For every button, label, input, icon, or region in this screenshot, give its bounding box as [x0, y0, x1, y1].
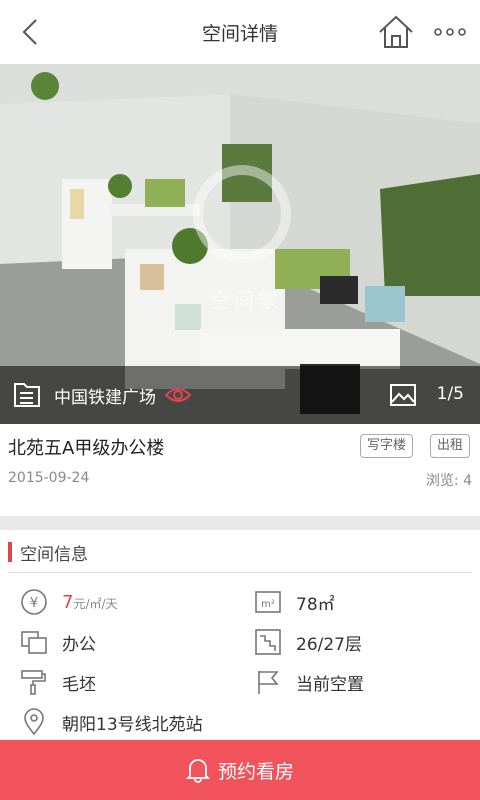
usage-item: 办公: [20, 628, 96, 656]
listing-header: 北苑五A甲级办公楼 写字楼 出租 2015-09-24 浏览: 4: [0, 424, 480, 516]
area-item: m² 78㎡: [254, 588, 335, 616]
stairs-icon: [255, 629, 281, 655]
yen-icon: ¥: [21, 589, 47, 615]
section-title: 空间信息: [0, 536, 88, 568]
book-viewing-label: 预约看房: [217, 760, 294, 783]
flag-icon: [258, 671, 279, 694]
location-pin-icon: [24, 708, 44, 736]
more-icon[interactable]: [430, 14, 470, 50]
home-icon[interactable]: [376, 12, 416, 52]
status-item: 当前空置: [254, 668, 364, 696]
divider: [8, 572, 472, 573]
decoration-value: 毛坯: [62, 674, 96, 695]
usage-value: 办公: [62, 634, 96, 655]
status-value: 当前空置: [296, 674, 364, 695]
page-title: 空间详情: [201, 22, 278, 45]
photo-counter: 1/5: [436, 384, 464, 404]
bell-icon: [185, 759, 210, 783]
list-icon: [14, 383, 40, 407]
price-item: ¥ 7元/㎡/天: [20, 588, 118, 616]
price-unit: 元/㎡/天: [73, 596, 118, 611]
svg-text:¥: ¥: [30, 596, 38, 611]
section-divider: [0, 516, 480, 530]
top-bar: 空间详情: [0, 0, 480, 64]
price-value-wrap: 7元/㎡/天: [62, 592, 118, 613]
price-value: 7: [62, 591, 74, 613]
svg-text:m²: m²: [261, 599, 275, 610]
watermark-text: 空间家: [210, 288, 282, 312]
decoration-item: 毛坯: [20, 668, 96, 696]
listing-name: 北苑五A甲级办公楼: [8, 438, 165, 459]
listing-date: 2015-09-24: [8, 470, 90, 486]
photo-caption-bar: 中国铁建广场 1/5: [0, 366, 480, 424]
location-value: 朝阳13号线北苑站: [62, 714, 203, 735]
tag-rent: 出租: [430, 434, 471, 458]
view-count: 浏览: 4: [425, 473, 472, 489]
location-item[interactable]: 朝阳13号线北苑站: [20, 708, 203, 736]
paint-roller-icon: [21, 670, 46, 695]
area-value: 78㎡: [296, 594, 335, 615]
section-title-text: 空间信息: [20, 544, 88, 565]
space-info-section: 空间信息 ¥ 7元/㎡/天 m² 78㎡ 办公 26/27层 毛坯 当前空置 朝…: [0, 530, 480, 740]
floor-item: 26/27层: [254, 628, 362, 656]
usage-icon: [21, 631, 47, 654]
area-icon: m²: [255, 591, 281, 613]
tag-office: 写字楼: [360, 434, 414, 458]
back-icon[interactable]: [14, 14, 50, 50]
section-accent-bar: [8, 542, 12, 562]
eye-icon[interactable]: [164, 385, 192, 405]
image-icon: [390, 384, 416, 406]
building-name: 中国铁建广场: [54, 387, 156, 408]
hero-photo[interactable]: 空间家 中国铁建广场 1/5: [0, 64, 480, 424]
book-viewing-button[interactable]: 预约看房: [0, 740, 480, 800]
floor-value: 26/27层: [296, 634, 362, 655]
